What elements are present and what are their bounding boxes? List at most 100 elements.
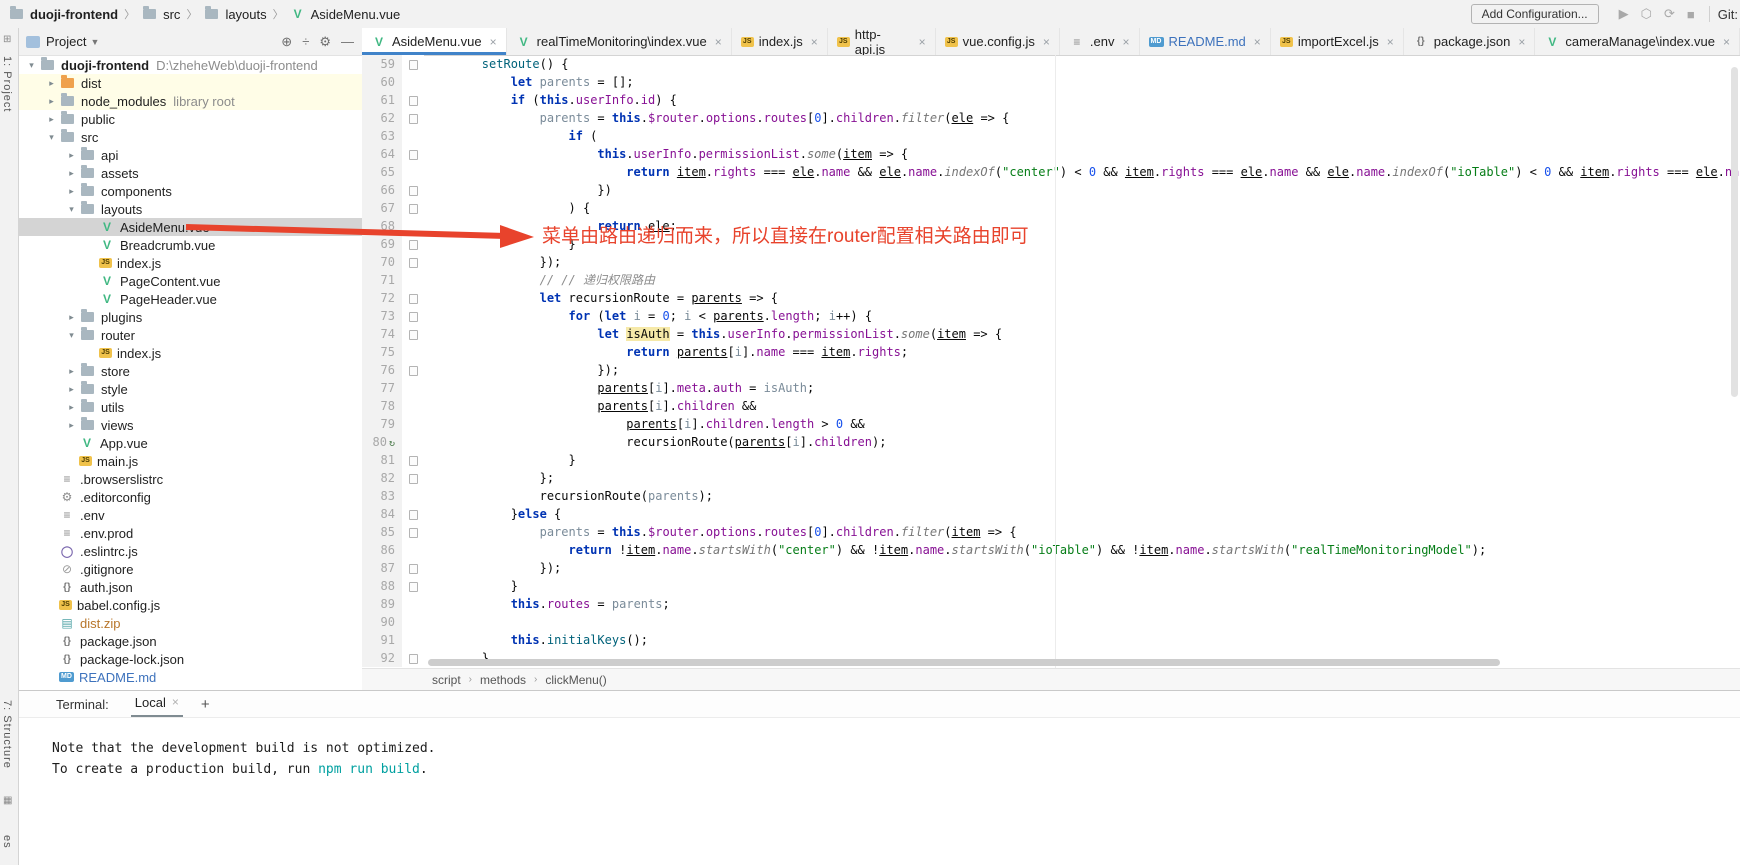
fold-start-icon[interactable] xyxy=(409,150,418,160)
add-configuration-button[interactable]: Add Configuration... xyxy=(1471,4,1599,24)
fold-start-icon[interactable] xyxy=(409,96,418,106)
fold-end-icon[interactable] xyxy=(409,456,418,466)
tree-item-assets[interactable]: ▸assets xyxy=(18,164,362,182)
breadcrumb-item-layouts[interactable]: layouts xyxy=(203,7,266,22)
tab-importExcel.js[interactable]: JSimportExcel.js× xyxy=(1271,28,1404,55)
tab-.env[interactable]: ≡.env× xyxy=(1060,28,1140,55)
tree-item-api[interactable]: ▸api xyxy=(18,146,362,164)
terminal-output[interactable]: Note that the development build is not o… xyxy=(18,718,1740,780)
fold-end-icon[interactable] xyxy=(409,186,418,196)
fold-start-icon[interactable] xyxy=(409,60,418,70)
debug-icon[interactable]: ⬡ xyxy=(1641,6,1652,22)
editor-breadcrumb-item-methods[interactable]: methods xyxy=(480,673,526,687)
project-tool-button[interactable]: 1: Project xyxy=(1,56,13,112)
fold-start-icon[interactable] xyxy=(409,330,418,340)
chevron-collapsed-icon[interactable]: ▸ xyxy=(64,168,79,179)
tree-item-public[interactable]: ▸public xyxy=(18,110,362,128)
tab-realTimeMonitoring-index.vue[interactable]: VrealTimeMonitoring\index.vue× xyxy=(507,28,732,55)
tree-item-auth.json[interactable]: {}auth.json xyxy=(18,578,362,596)
fold-end-icon[interactable] xyxy=(409,654,418,664)
tab-AsideMenu.vue[interactable]: VAsideMenu.vue× xyxy=(362,28,507,55)
tab-vue.config.js[interactable]: JSvue.config.js× xyxy=(936,28,1060,55)
tree-item-router[interactable]: ▾router xyxy=(18,326,362,344)
tree-item-layouts[interactable]: ▾layouts xyxy=(18,200,362,218)
fold-end-icon[interactable] xyxy=(409,474,418,484)
tab-http-api.js[interactable]: JShttp-api.js× xyxy=(828,28,936,55)
close-tab-icon[interactable]: × xyxy=(1518,35,1525,49)
tree-item-views[interactable]: ▸views xyxy=(18,416,362,434)
chevron-expanded-icon[interactable]: ▾ xyxy=(24,60,39,71)
tree-item-PageHeader.vue[interactable]: VPageHeader.vue xyxy=(18,290,362,308)
project-panel-title[interactable]: Project xyxy=(46,34,86,49)
close-tab-icon[interactable]: × xyxy=(490,35,497,49)
chevron-collapsed-icon[interactable]: ▸ xyxy=(44,114,59,125)
close-terminal-tab-icon[interactable]: × xyxy=(172,695,179,709)
tree-item-store[interactable]: ▸store xyxy=(18,362,362,380)
vertical-scrollbar-thumb[interactable] xyxy=(1731,67,1738,397)
chevron-collapsed-icon[interactable]: ▸ xyxy=(44,96,59,107)
close-tab-icon[interactable]: × xyxy=(1043,35,1050,49)
tree-item-components[interactable]: ▸components xyxy=(18,182,362,200)
tree-item-utils[interactable]: ▸utils xyxy=(18,398,362,416)
stop-icon[interactable]: ■ xyxy=(1687,7,1695,22)
tab-cameraManage-index.vue[interactable]: VcameraManage\index.vue× xyxy=(1535,28,1740,55)
fold-start-icon[interactable] xyxy=(409,312,418,322)
tree-item-plugins[interactable]: ▸plugins xyxy=(18,308,362,326)
chevron-collapsed-icon[interactable]: ▸ xyxy=(44,78,59,89)
chevron-expanded-icon[interactable]: ▾ xyxy=(44,132,59,143)
tree-item-.env[interactable]: ≡.env xyxy=(18,506,362,524)
tree-item-style[interactable]: ▸style xyxy=(18,380,362,398)
fold-start-icon[interactable] xyxy=(409,114,418,124)
close-tab-icon[interactable]: × xyxy=(715,35,722,49)
tree-item-src[interactable]: ▾src xyxy=(18,128,362,146)
tree-item-App.vue[interactable]: VApp.vue xyxy=(18,434,362,452)
breadcrumb-item-duoji-frontend[interactable]: duoji-frontend xyxy=(8,7,118,22)
chevron-collapsed-icon[interactable]: ▸ xyxy=(64,366,79,377)
coverage-icon[interactable]: ⟳ xyxy=(1664,6,1675,22)
breadcrumb-item-AsideMenu.vue[interactable]: VAsideMenu.vue xyxy=(290,7,401,22)
fold-end-icon[interactable] xyxy=(409,564,418,574)
chevron-collapsed-icon[interactable]: ▸ xyxy=(64,402,79,413)
breadcrumb-item-src[interactable]: src xyxy=(141,7,180,22)
fold-start-icon[interactable] xyxy=(409,510,418,520)
fold-end-icon[interactable] xyxy=(409,366,418,376)
tree-item-AsideMenu.vue[interactable]: VAsideMenu.vue xyxy=(18,218,362,236)
tree-item-package.json[interactable]: {}package.json xyxy=(18,632,362,650)
chevron-expanded-icon[interactable]: ▾ xyxy=(64,330,79,341)
tab-README.md[interactable]: MDREADME.md× xyxy=(1140,28,1271,55)
partial-tool-button[interactable]: es xyxy=(1,835,13,849)
code-editor[interactable]: 59 setRoute() {60 let parents = [];61 if… xyxy=(362,55,1740,669)
chevron-collapsed-icon[interactable]: ▸ xyxy=(64,150,79,161)
tab-index.js[interactable]: JSindex.js× xyxy=(732,28,828,55)
fold-start-icon[interactable] xyxy=(409,528,418,538)
run-icon[interactable]: ▶ xyxy=(1619,6,1629,22)
fold-start-icon[interactable] xyxy=(409,294,418,304)
tree-item-duoji-frontend[interactable]: ▾duoji-frontendD:\zheheWeb\duoji-fronten… xyxy=(18,56,362,74)
close-tab-icon[interactable]: × xyxy=(811,35,818,49)
tree-item-.editorconfig[interactable]: ⚙.editorconfig xyxy=(18,488,362,506)
tree-item-.eslintrc.js[interactable]: ◯.eslintrc.js xyxy=(18,542,362,560)
close-tab-icon[interactable]: × xyxy=(1387,35,1394,49)
tree-item-dist.zip[interactable]: ▤dist.zip xyxy=(18,614,362,632)
fold-end-icon[interactable] xyxy=(409,258,418,268)
locate-icon[interactable]: ⊕ xyxy=(281,34,292,50)
fold-start-icon[interactable] xyxy=(409,204,418,214)
tree-item-.gitignore[interactable]: ⊘.gitignore xyxy=(18,560,362,578)
fold-end-icon[interactable] xyxy=(409,240,418,250)
tree-item-index.js[interactable]: JSindex.js xyxy=(18,254,362,272)
fold-end-icon[interactable] xyxy=(409,582,418,592)
close-tab-icon[interactable]: × xyxy=(1254,35,1261,49)
new-terminal-tab-button[interactable]: + xyxy=(201,696,210,713)
editor-breadcrumb-item-clickMenu-[interactable]: clickMenu() xyxy=(545,673,606,687)
chevron-expanded-icon[interactable]: ▾ xyxy=(64,204,79,215)
tree-item-node-modules[interactable]: ▸node_moduleslibrary root xyxy=(18,92,362,110)
tree-item-.env.prod[interactable]: ≡.env.prod xyxy=(18,524,362,542)
editor-breadcrumb-item-script[interactable]: script xyxy=(432,673,461,687)
tree-item-.browserslistrc[interactable]: ≡.browserslistrc xyxy=(18,470,362,488)
tree-item-dist[interactable]: ▸dist xyxy=(18,74,362,92)
tree-item-README.md[interactable]: MDREADME.md xyxy=(18,668,362,686)
structure-tool-button[interactable]: 7: Structure xyxy=(1,700,13,769)
collapse-all-icon[interactable]: ÷ xyxy=(302,34,309,49)
tree-item-main.js[interactable]: JSmain.js xyxy=(18,452,362,470)
tree-item-PageContent.vue[interactable]: VPageContent.vue xyxy=(18,272,362,290)
